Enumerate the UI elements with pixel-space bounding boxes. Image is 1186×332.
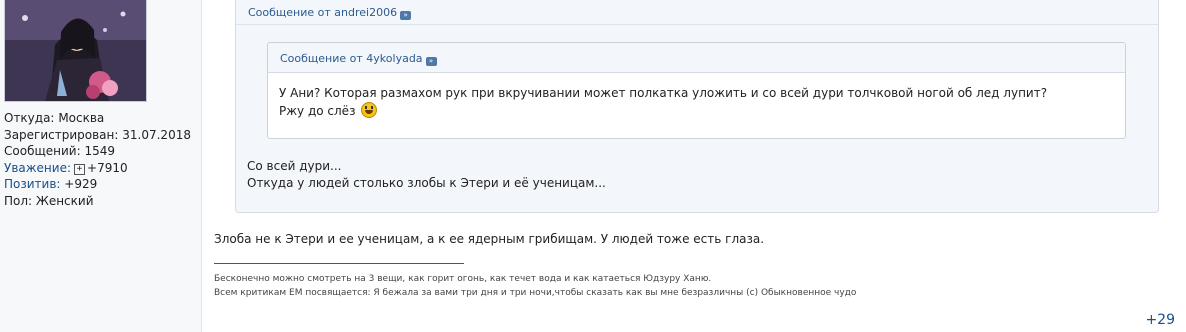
quote-divider	[236, 24, 1158, 25]
author-positive: Позитив: +929	[4, 177, 98, 191]
quote-outer: Сообщение от andrei2006» Сообщение от 4y…	[235, 0, 1159, 213]
post-author-sidebar: Откуда: Москва Зарегистрирован: 31.07.20…	[0, 0, 202, 332]
quote-outer-body: Со всей дури... Откуда у людей столько з…	[247, 158, 606, 192]
post-rating[interactable]: +29	[1145, 312, 1175, 328]
author-registered: Зарегистрирован: 31.07.2018	[4, 127, 191, 142]
laughing-smiley-icon	[361, 102, 378, 118]
quote-outer-line: Со всей дури...	[247, 159, 342, 173]
view-post-arrow-icon[interactable]: »	[400, 11, 412, 20]
view-post-arrow-icon[interactable]: »	[425, 57, 437, 66]
plus-box-icon[interactable]: +	[74, 163, 86, 175]
quote-inner: Сообщение от 4ykolyada» У Ани? Которая р…	[267, 42, 1126, 139]
respect-link[interactable]: Уважение:	[4, 161, 71, 175]
author-gender: Пол: Женский	[4, 193, 94, 208]
signature-line: Всем критикам ЕМ посвящается: Я бежала з…	[214, 288, 857, 298]
quote-outer-line: Откуда у людей столько злобы к Этери и е…	[247, 176, 606, 190]
signature-divider	[214, 263, 464, 264]
author-info: Откуда: Москва Зарегистрирован: 31.07.20…	[4, 110, 191, 209]
quote-inner-line: Ржу до слёз	[279, 102, 1047, 120]
quote-outer-header[interactable]: Сообщение от andrei2006»	[248, 6, 412, 20]
signature: Бесконечно можно смотреть на 3 вещи, как…	[214, 272, 856, 300]
quote-inner-line: У Ани? Которая размахом рук при вкручива…	[279, 86, 1048, 100]
author-location: Откуда: Москва	[4, 111, 105, 125]
post-message: Злоба не к Этери и ее ученицам, а к ее я…	[214, 232, 765, 246]
quote-inner-body: У Ани? Которая размахом рук при вкручива…	[279, 85, 1047, 120]
post-content: Сообщение от andrei2006» Сообщение от 4y…	[202, 0, 1186, 332]
author-messages: Сообщений: 1549	[4, 144, 116, 158]
avatar-image	[5, 0, 146, 101]
positive-link[interactable]: Позитив:	[4, 177, 60, 191]
author-respect: Уважение: + +7910	[4, 160, 128, 175]
avatar[interactable]	[4, 0, 147, 102]
signature-line: Бесконечно можно смотреть на 3 вещи, как…	[214, 274, 712, 284]
quote-inner-header[interactable]: Сообщение от 4ykolyada»	[280, 52, 437, 66]
